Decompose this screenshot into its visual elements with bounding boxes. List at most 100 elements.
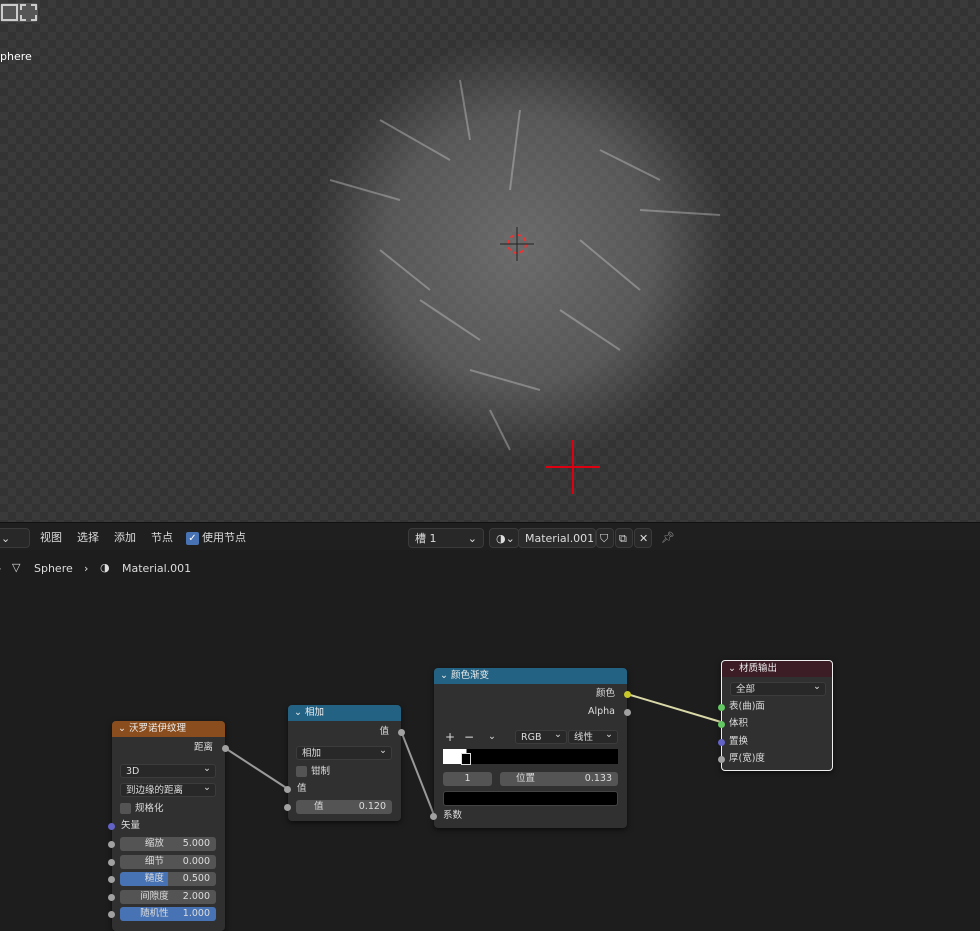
field-value: 1.000 [182,908,210,919]
displacement-label: 置换 [729,736,749,747]
color-ramp-node[interactable]: ⌄ 颜色渐变 颜色 Alpha + − ⌄ RGB 线性 1 位置0.133 系… [430,668,631,828]
add-stop-button[interactable]: + [445,730,455,744]
3d-cursor [500,227,534,261]
output-color-label: 颜色 [595,688,615,699]
duplicate-icon[interactable]: ⧉ [615,528,633,548]
socket-color[interactable] [624,691,631,698]
stop-index-field[interactable]: 1 [443,772,492,786]
dimensions-dropdown[interactable]: 3D [120,762,216,778]
color-ramp-bar[interactable] [443,749,618,765]
socket-surface[interactable] [718,704,725,711]
voronoi-field[interactable]: 缩放 5.000 [120,837,216,851]
link-voronoi-to-add [224,747,289,790]
material-sphere-icon: ◑ [496,532,506,545]
field-label: 糙度 [144,873,164,884]
stop-position-field[interactable]: 位置 0.133 [500,772,618,786]
value-field[interactable]: 值 0.120 [296,800,392,814]
menu-view[interactable]: 视图 [40,528,62,548]
voronoi-texture-node[interactable]: ⌄ 沃罗诺伊纹理 距离 3D 到边缘的距离 规格化 矢量 缩放 5.000 细节 0.… [108,721,229,931]
clamp-checkbox[interactable]: 钳制 [296,765,330,779]
voronoi-field[interactable]: 细节 0.000 [120,854,216,869]
socket-input[interactable] [108,911,115,918]
material-browse-button[interactable]: ◑⌄ [489,528,519,548]
socket-alpha[interactable] [624,709,631,716]
vector-label: 矢量 [121,820,141,831]
unlink-close-icon[interactable]: ✕ [634,528,652,548]
ramp-stop-handle[interactable] [461,753,471,765]
field-label: 缩放 [144,838,164,849]
interpolation-dropdown[interactable]: 线性 [568,728,618,744]
checkmark-icon: ✓ [186,531,199,545]
select-box-icon[interactable] [1,4,18,21]
fake-user-shield-icon[interactable]: ⛉ [596,528,614,548]
thickness-label: 厚(宽)度 [729,753,765,764]
socket-volume[interactable] [718,721,725,728]
math-add-node[interactable]: ⌄ 相加 值 相加 钳制 值 值0.120 [284,705,405,821]
mesh-icon: ▽ [12,561,21,574]
field-value: 0.000 [182,855,210,867]
field-label: 间隙度 [140,890,169,902]
target-dropdown[interactable]: 全部 [730,680,826,696]
socket-distance[interactable] [222,745,229,752]
material-icon: ◑ [100,561,110,574]
socket-input[interactable] [108,876,115,883]
stop-color-swatch[interactable] [443,791,618,806]
socket-input[interactable] [108,841,115,848]
link-ramp-to-output [626,693,722,723]
output-value-label: 值 [379,726,389,737]
node-header: ⌄ 材质输出 [722,661,832,677]
3d-viewport[interactable]: phere [0,0,980,522]
select-dashed-icon[interactable] [20,4,37,21]
pin-icon[interactable]: 📌︎ [661,528,675,548]
use-nodes-label: 使用节点 [202,531,246,544]
remove-stop-button[interactable]: − [464,730,474,744]
node-header: ⌄ 沃罗诺伊纹理 [112,721,225,737]
voronoi-field[interactable]: 糙度 0.500 [120,872,216,886]
menu-add[interactable]: 添加 [114,528,136,548]
slot-dropdown[interactable]: 槽 1 ⌄ [408,528,484,548]
input-value-label: 值 [297,783,307,794]
voronoi-field[interactable]: 随机性 1.000 [120,907,216,921]
link-add-to-ramp [400,730,435,816]
field-label: 随机性 [140,908,169,919]
node-header: ⌄ 相加 [288,705,401,721]
field-value: 2.000 [182,890,210,902]
voronoi-field[interactable]: 间隙度 2.000 [120,889,216,904]
socket-input[interactable] [108,893,115,901]
operation-dropdown[interactable]: 相加 [296,744,392,760]
field-value: 5.000 [182,838,210,849]
socket-vector[interactable] [108,823,115,830]
field-value: 0.500 [182,873,210,884]
object-name-label: phere [0,50,32,63]
node-editor-header: ⌄ 视图 选择 添加 节点 ✓ 使用节点 槽 1 ⌄ ◑⌄ Material.001… [0,522,980,550]
menu-select[interactable]: 选择 [77,528,99,548]
viewport-overlay [329,79,721,494]
output-distance-label: 距离 [193,742,213,753]
socket-fac[interactable] [430,813,437,820]
field-label: 细节 [144,855,164,867]
material-name-field[interactable]: Material.001 [518,528,596,548]
normalize-checkbox[interactable]: 规格化 [120,802,164,816]
breadcrumb-material: Material.001 [122,562,192,575]
socket-thickness[interactable] [718,756,725,763]
input-fac-label: 系数 [443,810,463,821]
socket-value-in1[interactable] [284,786,291,793]
ramp-menu-button[interactable]: ⌄ [488,730,496,744]
menu-node[interactable]: 节点 [151,528,173,548]
color-mode-dropdown[interactable]: RGB [515,728,567,744]
volume-label: 体积 [729,718,749,729]
select-mode-toolbar[interactable] [0,3,38,22]
output-alpha-label: Alpha [587,706,615,717]
breadcrumb-object: Sphere [34,562,73,575]
socket-value-out[interactable] [398,729,405,736]
feature-dropdown[interactable]: 到边缘的距离 [120,781,216,797]
socket-value-in2[interactable] [284,804,291,811]
surface-label: 表(曲)面 [729,701,765,712]
material-output-node[interactable]: ⌄ 材质输出 全部 表(曲)面 体积 置换 厚(宽)度 [718,660,833,771]
origin-marker [546,440,600,494]
socket-displacement[interactable] [718,739,725,746]
socket-input[interactable] [108,858,115,866]
editor-type-dropdown[interactable]: ⌄ [0,528,30,548]
node-header: ⌄ 颜色渐变 [434,668,627,684]
use-nodes-checkbox[interactable]: ✓ 使用节点 [186,528,246,548]
